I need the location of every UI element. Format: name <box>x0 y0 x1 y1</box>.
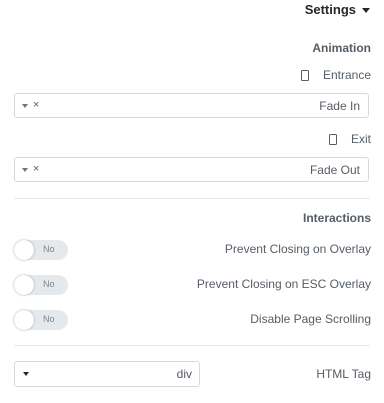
entrance-label-row: Entrance <box>300 68 371 82</box>
section-divider <box>14 198 370 199</box>
disable-page-scrolling-label: Disable Page Scrolling <box>250 312 371 326</box>
select-arrow-icon <box>22 103 28 108</box>
section-divider <box>14 345 370 346</box>
toggle-knob <box>14 310 34 330</box>
entrance-label: Entrance <box>322 68 371 82</box>
mobile-device-icon[interactable] <box>328 133 337 145</box>
select-arrow-icon <box>23 372 29 376</box>
settings-title: Settings <box>304 2 356 17</box>
prevent-closing-esc-toggle[interactable]: No <box>14 275 68 295</box>
interactions-section-title: Interactions <box>302 211 371 225</box>
clear-selection-icon[interactable]: × <box>33 164 39 175</box>
toggle-state-label: No <box>43 279 55 289</box>
clear-selection-icon[interactable]: × <box>33 100 39 111</box>
exit-animation-value: Fade Out <box>309 162 360 177</box>
entrance-animation-value: Fade In <box>319 98 360 113</box>
prevent-closing-overlay-label: Prevent Closing on Overlay <box>224 242 371 256</box>
html-tag-select[interactable]: div <box>14 361 200 387</box>
entrance-animation-select[interactable]: × Fade In <box>14 93 369 118</box>
html-tag-label: HTML Tag <box>316 367 371 381</box>
exit-label-row: Exit <box>328 132 371 146</box>
exit-animation-select[interactable]: × Fade Out <box>14 157 369 182</box>
disable-page-scrolling-toggle[interactable]: No <box>14 310 68 330</box>
caret-down-icon <box>362 7 370 13</box>
toggle-state-label: No <box>43 314 55 324</box>
toggle-state-label: No <box>43 244 55 254</box>
toggle-knob <box>14 275 34 295</box>
prevent-closing-esc-label: Prevent Closing on ESC Overlay <box>196 277 371 291</box>
prevent-closing-overlay-toggle[interactable]: No <box>14 240 68 260</box>
select-arrow-icon <box>22 167 28 172</box>
animation-section-title: Animation <box>312 41 371 55</box>
mobile-device-icon[interactable] <box>300 69 309 81</box>
settings-dropdown-toggle[interactable]: Settings <box>305 2 370 17</box>
toggle-knob <box>14 240 34 260</box>
exit-label: Exit <box>350 132 371 146</box>
html-tag-value: div <box>176 367 192 381</box>
